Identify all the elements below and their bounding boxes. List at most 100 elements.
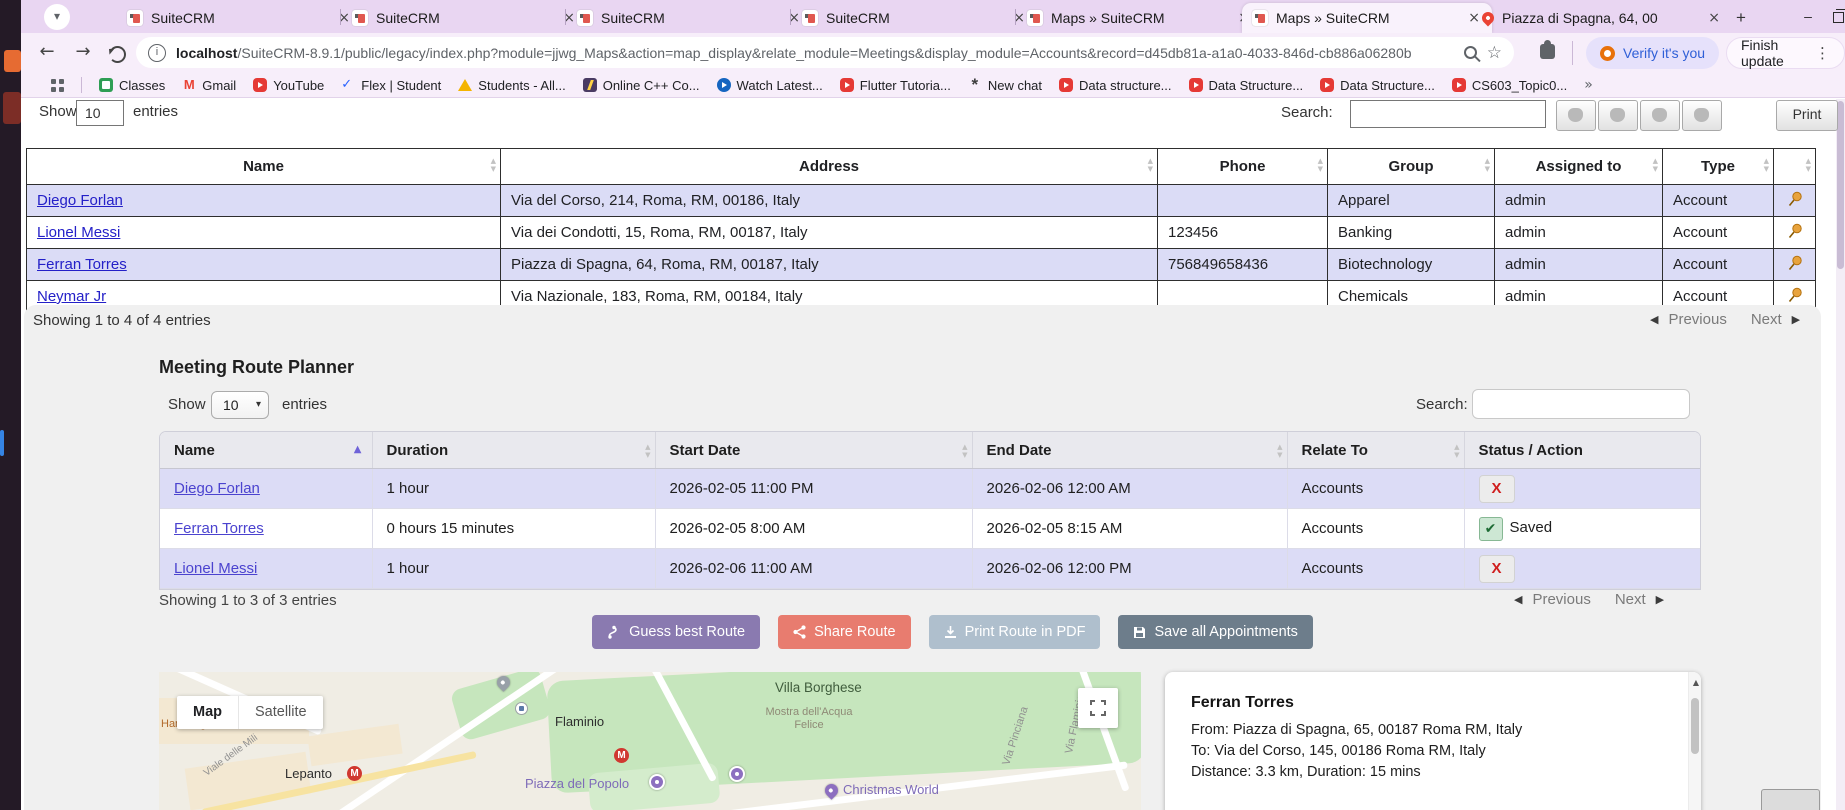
col-header-start-date[interactable]: Start Date ▲ ▼ xyxy=(655,432,973,469)
print-route-pdf-button[interactable]: Print Route in PDF xyxy=(928,615,1101,649)
dock-app-icon-2[interactable] xyxy=(3,92,21,124)
tab-search-button[interactable]: ▾ xyxy=(44,4,70,30)
new-tab-button[interactable]: + xyxy=(1728,5,1754,31)
bookmark-star-icon[interactable]: ☆ xyxy=(1487,43,1502,63)
tab-close-icon[interactable]: × xyxy=(1706,10,1722,26)
export-button-4[interactable] xyxy=(1682,100,1722,131)
minimize-button[interactable]: – xyxy=(1796,6,1820,28)
verify-its-you-button[interactable]: Verify it's you xyxy=(1586,37,1720,69)
account-link[interactable]: Neymar Jr xyxy=(37,288,106,305)
tab-suitecrm-3[interactable]: SuiteCRM × xyxy=(567,3,812,33)
next-arrow-icon[interactable]: ▶ xyxy=(1792,313,1800,326)
metro-icon[interactable]: M xyxy=(614,748,629,763)
bookmark-data-structure-1[interactable]: Data structure... xyxy=(1059,78,1172,93)
delete-button[interactable]: X xyxy=(1478,474,1515,503)
search-icon[interactable] xyxy=(1463,46,1477,59)
col-header-name[interactable]: Name ▲ xyxy=(160,432,373,469)
address-bar[interactable]: i localhost/SuiteCRM-8.9.1/public/legacy… xyxy=(136,37,1514,68)
fullscreen-button[interactable] xyxy=(1078,688,1118,728)
sort-icon[interactable]: ▲ ▼ xyxy=(1148,157,1153,173)
scrollbar-thumb[interactable] xyxy=(1691,698,1699,754)
pushpin-icon[interactable] xyxy=(1787,255,1803,271)
col-header-end-date[interactable]: End Date ▲ ▼ xyxy=(972,432,1288,469)
planner-search-input[interactable] xyxy=(1472,389,1690,419)
map-poi-circle[interactable] xyxy=(649,774,665,790)
pushpin-icon[interactable] xyxy=(1787,191,1803,207)
pushpin-icon[interactable] xyxy=(1787,223,1803,239)
save-all-appointments-button[interactable]: Save all Appointments xyxy=(1118,615,1313,649)
col-header-type[interactable]: Type ▲ ▼ xyxy=(1662,148,1774,185)
account-link[interactable]: Diego Forlan xyxy=(37,192,123,209)
sort-icon[interactable]: ▲ ▼ xyxy=(1454,443,1459,459)
sort-icon[interactable]: ▲ ▼ xyxy=(1277,443,1282,459)
col-header-name[interactable]: Name ▲ ▼ xyxy=(26,148,501,185)
pushpin-icon[interactable] xyxy=(1787,287,1803,303)
map-type-satellite-button[interactable]: Satellite xyxy=(238,696,323,729)
sort-icon[interactable]: ▲ ▼ xyxy=(1653,157,1658,173)
sort-icon[interactable]: ▲ ▼ xyxy=(1318,157,1323,173)
reload-button[interactable] xyxy=(109,46,126,63)
sort-asc-icon[interactable]: ▲ xyxy=(354,444,362,455)
partial-button[interactable] xyxy=(1761,789,1820,810)
tab-google-maps[interactable]: Piazza di Spagna, 64, 00 × xyxy=(1472,3,1732,33)
tab-maps-suitecrm-1[interactable]: Maps » SuiteCRM × xyxy=(1017,3,1262,33)
card-scrollbar[interactable]: ▲ xyxy=(1688,672,1701,810)
next-button[interactable]: Next xyxy=(1751,311,1782,328)
previous-arrow-icon[interactable]: ◀ xyxy=(1650,313,1658,326)
sort-icon[interactable]: ▲ ▼ xyxy=(1806,157,1811,173)
scroll-up-icon[interactable]: ▲ xyxy=(1693,678,1699,687)
export-button-1[interactable] xyxy=(1556,100,1596,131)
meeting-link[interactable]: Diego Forlan xyxy=(174,480,260,497)
dock-app-icon[interactable] xyxy=(4,50,21,72)
bookmark-watch-latest[interactable]: Watch Latest... xyxy=(716,78,823,93)
sort-icon[interactable]: ▲ ▼ xyxy=(491,157,496,173)
map-poi-badge[interactable] xyxy=(515,702,528,715)
tab-suitecrm-4[interactable]: SuiteCRM × xyxy=(792,3,1037,33)
map-type-map-button[interactable]: Map xyxy=(177,696,238,729)
delete-button[interactable]: X xyxy=(1478,554,1515,583)
scrollbar-thumb[interactable] xyxy=(1837,101,1844,269)
bookmark-new-chat[interactable]: * New chat xyxy=(968,76,1043,93)
bookmarks-overflow-icon[interactable]: » xyxy=(1584,77,1593,93)
extensions-icon[interactable] xyxy=(1540,40,1555,59)
accounts-search-input[interactable] xyxy=(1350,100,1546,128)
site-info-icon[interactable]: i xyxy=(148,43,166,62)
guess-best-route-button[interactable]: Guess best Route xyxy=(592,615,761,649)
tab-suitecrm-1[interactable]: SuiteCRM × xyxy=(117,3,362,33)
bookmark-students-all[interactable]: Students - All... xyxy=(458,78,566,93)
sort-icon[interactable]: ▲ ▼ xyxy=(1485,157,1490,173)
account-link[interactable]: Ferran Torres xyxy=(37,256,127,273)
bookmark-youtube[interactable]: YouTube xyxy=(253,78,324,93)
export-button-2[interactable] xyxy=(1598,100,1638,131)
page-scrollbar[interactable] xyxy=(1836,99,1845,810)
finish-update-button[interactable]: Finish update ⋮ xyxy=(1726,37,1845,69)
bookmark-cs603[interactable]: CS603_Topic0... xyxy=(1451,78,1567,93)
meeting-link[interactable]: Ferran Torres xyxy=(174,520,264,537)
restore-window-icon[interactable] xyxy=(1833,9,1845,23)
entries-select[interactable]: 10 xyxy=(76,100,124,126)
sort-icon[interactable]: ▲ ▼ xyxy=(1764,157,1769,173)
bookmark-flex-student[interactable]: ✓ Flex | Student xyxy=(341,78,441,93)
col-header-phone[interactable]: Phone ▲ ▼ xyxy=(1157,148,1328,185)
bookmark-data-structure-2[interactable]: Data Structure... xyxy=(1188,78,1303,93)
google-map[interactable]: Hamburgeria Viale delle Mili Flaminio M … xyxy=(159,672,1141,810)
previous-button[interactable]: Previous xyxy=(1668,311,1726,328)
previous-button[interactable]: Previous xyxy=(1532,591,1590,608)
sort-icon[interactable]: ▲ ▼ xyxy=(962,443,967,459)
bookmark-flutter-tutorial[interactable]: Flutter Tutoria... xyxy=(839,78,951,93)
bookmark-data-structure-3[interactable]: Data Structure... xyxy=(1320,78,1435,93)
metro-icon[interactable]: M xyxy=(347,766,362,781)
next-button[interactable]: Next xyxy=(1615,591,1646,608)
tab-maps-suitecrm-active[interactable]: Maps » SuiteCRM × xyxy=(1242,3,1492,33)
tab-suitecrm-2[interactable]: SuiteCRM × xyxy=(342,3,587,33)
previous-arrow-icon[interactable]: ◀ xyxy=(1514,593,1522,606)
planner-entries-select[interactable]: 10 ▾ xyxy=(211,391,269,419)
col-header-pin[interactable]: ▲ ▼ xyxy=(1773,148,1816,185)
sort-icon[interactable]: ▲ ▼ xyxy=(645,443,650,459)
next-arrow-icon[interactable]: ▶ xyxy=(1656,593,1664,606)
col-header-assigned[interactable]: Assigned to ▲ ▼ xyxy=(1494,148,1663,185)
col-header-duration[interactable]: Duration ▲ ▼ xyxy=(372,432,656,469)
col-header-relate-to[interactable]: Relate To ▲ ▼ xyxy=(1287,432,1465,469)
forward-button[interactable]: → xyxy=(71,41,95,62)
col-header-group[interactable]: Group ▲ ▼ xyxy=(1327,148,1495,185)
